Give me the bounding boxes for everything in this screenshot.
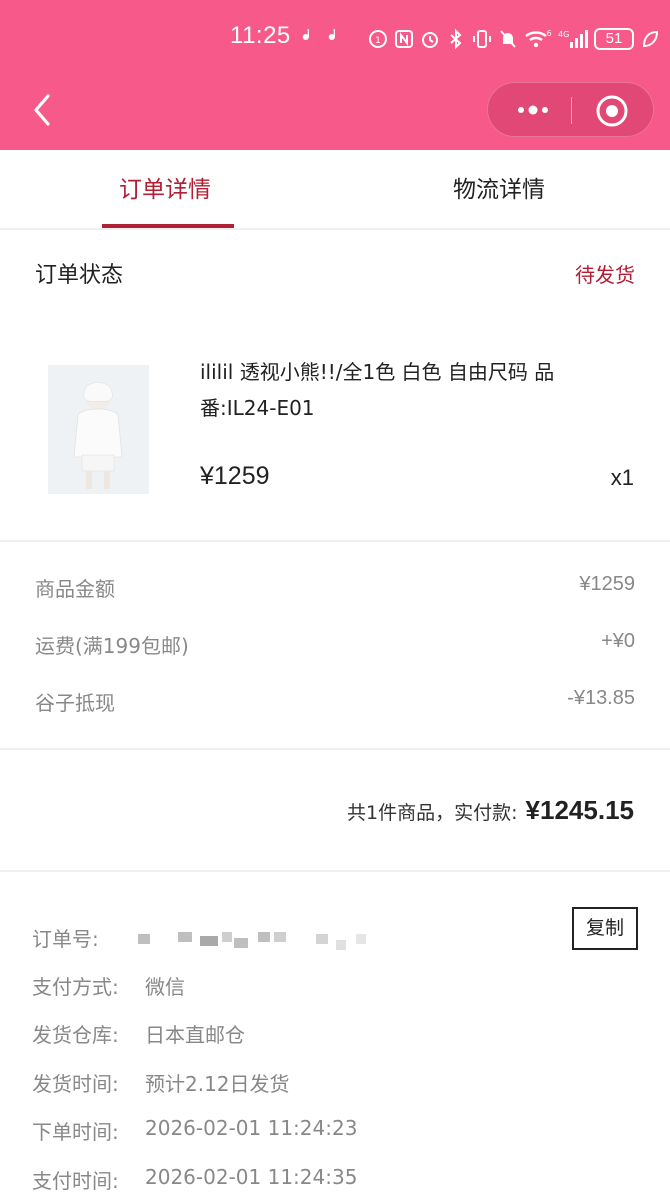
info-row-order-time: 下单时间: 2026-02-01 11:24:23 bbox=[32, 1116, 357, 1146]
summary-label: 共1件商品，实付款: bbox=[347, 802, 518, 824]
info-label: 支付方式: bbox=[32, 975, 119, 999]
vibrate-icon bbox=[472, 28, 492, 50]
fee-row-shipping: 运费(满199包邮) +¥0 bbox=[35, 630, 635, 660]
fee-value: -¥13.85 bbox=[567, 687, 635, 709]
bilibili-icon: ᖱ bbox=[328, 26, 336, 44]
wifi-icon: 6 bbox=[524, 28, 552, 50]
order-summary: 共1件商品，实付款: ¥1245.15 bbox=[347, 795, 634, 826]
product-quantity: x1 bbox=[610, 465, 634, 490]
mini-program-capsule bbox=[487, 82, 654, 137]
divider bbox=[0, 748, 670, 750]
bilibili-icon: ᖱ bbox=[302, 26, 310, 44]
status-icons: 1 6 4G 51 bbox=[368, 24, 660, 54]
tab-logistics-details[interactable]: 物流详情 bbox=[453, 172, 545, 208]
fee-value: +¥0 bbox=[601, 630, 635, 652]
info-value: 2026-02-01 11:24:35 bbox=[145, 1165, 358, 1189]
product-image[interactable] bbox=[48, 365, 149, 494]
info-value: 2026-02-01 11:24:23 bbox=[145, 1116, 358, 1140]
fee-label: 商品金额 bbox=[35, 577, 115, 601]
info-row-payment-method: 支付方式: 微信 bbox=[32, 971, 185, 1001]
info-row-ship-time: 发货时间: 预计2.12日发货 bbox=[32, 1068, 290, 1098]
info-label: 订单号: bbox=[32, 927, 99, 951]
chevron-left-icon bbox=[34, 94, 50, 126]
mute-icon bbox=[498, 28, 518, 50]
tab-bar: 订单详情 物流详情 bbox=[0, 150, 670, 230]
divider bbox=[0, 870, 670, 872]
network-label: 4G bbox=[558, 30, 569, 39]
fee-label: 谷子抵现 bbox=[35, 691, 115, 715]
nfc-icon bbox=[394, 28, 414, 50]
close-mini-program-button[interactable] bbox=[592, 91, 632, 131]
app-icon: 1 bbox=[368, 28, 388, 50]
target-icon bbox=[596, 95, 628, 127]
fee-value: ¥1259 bbox=[579, 573, 635, 595]
info-label: 下单时间: bbox=[32, 1120, 119, 1144]
info-label: 发货仓库: bbox=[32, 1023, 119, 1047]
fee-label: 运费(满199包邮) bbox=[35, 634, 189, 658]
bluetooth-icon bbox=[446, 28, 466, 50]
battery-indicator: 51 bbox=[594, 28, 634, 50]
divider bbox=[0, 540, 670, 542]
masked-order-number bbox=[130, 928, 370, 950]
more-dots-icon bbox=[518, 105, 548, 115]
info-value: 预计2.12日发货 bbox=[145, 1072, 290, 1096]
signal-icon: 4G bbox=[558, 28, 588, 50]
order-status-value: 待发货 bbox=[575, 263, 635, 287]
tab-order-details[interactable]: 订单详情 bbox=[119, 172, 211, 208]
capsule-divider bbox=[571, 97, 572, 124]
info-value: 日本直邮仓 bbox=[145, 1023, 245, 1047]
more-button[interactable] bbox=[508, 95, 558, 125]
product-title[interactable]: ililil 透视小熊!!/全1色 白色 自由尺码 品番:IL24-E01 bbox=[200, 354, 620, 426]
fee-row-goods-amount: 商品金额 ¥1259 bbox=[35, 573, 635, 603]
summary-total: ¥1245.15 bbox=[525, 795, 634, 825]
wifi-badge: 6 bbox=[546, 29, 551, 38]
info-row-payment-time: 支付时间: 2026-02-01 11:24:35 bbox=[32, 1165, 357, 1195]
copy-order-number-button[interactable]: 复制 bbox=[572, 907, 638, 950]
svg-text:1: 1 bbox=[375, 36, 381, 46]
back-button[interactable] bbox=[26, 88, 66, 132]
info-label: 支付时间: bbox=[32, 1169, 119, 1193]
info-row-warehouse: 发货仓库: 日本直邮仓 bbox=[32, 1019, 245, 1049]
fee-row-points-discount: 谷子抵现 -¥13.85 bbox=[35, 687, 635, 717]
info-value: 微信 bbox=[145, 975, 185, 999]
alarm-icon bbox=[420, 28, 440, 50]
order-status-title: 订单状态 bbox=[35, 263, 124, 288]
status-time: 11:25 bbox=[230, 22, 291, 49]
leaf-icon bbox=[640, 28, 660, 50]
info-row-order-number: 订单号: bbox=[32, 923, 145, 953]
info-label: 发货时间: bbox=[32, 1072, 119, 1096]
active-tab-indicator bbox=[102, 224, 234, 228]
app-header: 11:25 ᖱ ᖱ 1 6 4G 51 bbox=[0, 0, 670, 150]
product-price: ¥1259 bbox=[200, 462, 270, 490]
